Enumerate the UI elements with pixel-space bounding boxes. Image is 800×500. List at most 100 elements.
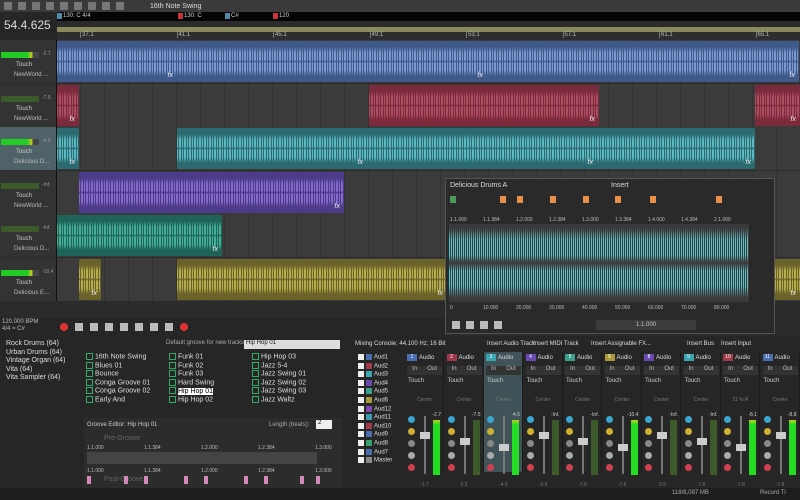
- send-icon[interactable]: [447, 452, 455, 459]
- channel-header[interactable]: 6 Audio: [604, 354, 632, 361]
- track-header[interactable]: -Inf. Touch Delicious D...: [0, 214, 57, 257]
- track-header[interactable]: -4.5 Touch Delicious D...: [0, 127, 57, 170]
- volume-fader[interactable]: [424, 416, 426, 474]
- fader-handle[interactable]: [775, 432, 786, 439]
- automation-mode-button[interactable]: Touch: [16, 280, 32, 286]
- send-icon[interactable]: [487, 452, 494, 459]
- record-arm-icon[interactable]: [566, 464, 573, 471]
- send-icon[interactable]: [408, 452, 415, 459]
- automation-mode-button[interactable]: Touch: [487, 378, 503, 384]
- track-lane[interactable]: fx fx fx: [57, 40, 800, 83]
- audio-clip[interactable]: fx: [177, 128, 367, 169]
- fx-icon[interactable]: fx: [335, 203, 340, 210]
- record-arm-icon[interactable]: [605, 464, 613, 471]
- channel-header[interactable]: 2 Audio: [446, 354, 474, 361]
- go-to-end-button[interactable]: [165, 323, 173, 331]
- pan-value[interactable]: Center: [563, 397, 602, 403]
- groove-item[interactable]: Funk 01: [169, 353, 203, 360]
- record-arm-icon[interactable]: [447, 464, 455, 471]
- stop-button[interactable]: [135, 323, 143, 331]
- record-arm-icon[interactable]: [724, 464, 731, 471]
- insert-icon[interactable]: [684, 428, 692, 435]
- input-button[interactable]: In: [412, 366, 417, 375]
- envelope-tool-icon[interactable]: [102, 2, 110, 10]
- default-groove-dropdown[interactable]: Hip Hop 01: [244, 340, 340, 349]
- input-button[interactable]: In: [610, 366, 615, 375]
- automation-mode-button[interactable]: Touch: [527, 378, 543, 384]
- go-to-start-button[interactable]: [150, 323, 158, 331]
- insert-icon[interactable]: [526, 428, 534, 435]
- groove-note-marker[interactable]: [87, 476, 91, 484]
- fx-icon[interactable]: fx: [746, 159, 751, 166]
- fx-chain-icon[interactable]: [447, 416, 455, 423]
- fx-icon[interactable]: [684, 440, 692, 447]
- automation-mode-button[interactable]: Touch: [408, 378, 424, 384]
- checkbox[interactable]: [358, 397, 364, 403]
- mixer-track-toggle[interactable]: Aud11: [358, 414, 391, 421]
- automation-mode-button[interactable]: Touch: [764, 378, 780, 384]
- track-name[interactable]: Delicious E...: [14, 290, 49, 296]
- record-button[interactable]: [60, 323, 68, 331]
- new-icon[interactable]: [4, 2, 12, 10]
- fx-chain-icon[interactable]: [763, 416, 771, 423]
- send-icon[interactable]: [645, 452, 652, 459]
- input-button[interactable]: In: [491, 366, 496, 375]
- track-header[interactable]: -10.4 Touch Delicious E...: [0, 257, 57, 301]
- cut-icon[interactable]: [74, 2, 82, 10]
- fx-chain-icon[interactable]: [684, 416, 692, 423]
- automation-mode-button[interactable]: Touch: [448, 378, 464, 384]
- groove-item[interactable]: Early And: [86, 396, 125, 403]
- output-button[interactable]: Out: [585, 366, 595, 375]
- clip-marker-flag[interactable]: [615, 196, 621, 203]
- tempo-display[interactable]: 120.000 BPM 4/4 = C#: [2, 319, 58, 333]
- track-header[interactable]: -2.7 Touch NewWorld ...: [0, 40, 57, 83]
- fx-icon[interactable]: fx: [790, 72, 795, 79]
- clip-marker-flag[interactable]: [500, 196, 506, 203]
- stop-button[interactable]: [480, 321, 488, 329]
- output-button[interactable]: Out: [506, 366, 516, 375]
- track-header[interactable]: -7.5 Touch NewWorld ...: [0, 83, 57, 127]
- marker-bar[interactable]: 130: C 4/4 130: C C# 120: [57, 12, 800, 21]
- volume-fader[interactable]: [463, 416, 466, 474]
- checkbox[interactable]: [358, 448, 364, 455]
- fader-handle[interactable]: [578, 438, 588, 445]
- fader-handle[interactable]: [459, 438, 470, 445]
- groove-note-marker[interactable]: [184, 476, 188, 484]
- groove-item[interactable]: Bounce: [86, 370, 119, 378]
- length-input[interactable]: 2: [316, 420, 332, 429]
- groove-item[interactable]: Hip Hop 01: [169, 387, 214, 395]
- checkbox[interactable]: [358, 354, 364, 360]
- track-name[interactable]: Delicious D...: [14, 246, 49, 252]
- channel-header[interactable]: 5 Audio: [565, 354, 592, 361]
- fx-icon[interactable]: fx: [438, 290, 443, 297]
- fx-icon[interactable]: fx: [168, 72, 173, 79]
- groove-note-marker[interactable]: [244, 476, 248, 484]
- audio-clip[interactable]: fx: [57, 128, 79, 169]
- automation-mode-button[interactable]: Touch: [16, 62, 32, 68]
- pan-value[interactable]: Center: [524, 397, 563, 403]
- clip-waveform[interactable]: [449, 224, 749, 302]
- draw-tool-icon[interactable]: [88, 2, 96, 10]
- channel-header[interactable]: 3 Audio: [486, 354, 513, 361]
- instrument-item[interactable]: Vita (64): [0, 366, 80, 375]
- checkbox[interactable]: [358, 362, 364, 369]
- clip-marker-flag[interactable]: [583, 196, 589, 203]
- mixer-track-toggle[interactable]: Master: [358, 457, 392, 464]
- fx-icon[interactable]: [408, 440, 415, 447]
- channel-header[interactable]: 9 Audio: [683, 354, 711, 361]
- pan-value[interactable]: 11 % R: [721, 397, 760, 403]
- fader-handle[interactable]: [696, 438, 707, 445]
- automation-mode-button[interactable]: Touch: [685, 378, 701, 384]
- insert-icon[interactable]: [605, 428, 613, 435]
- insert-button-0[interactable]: Insert Audio Track: [487, 341, 535, 347]
- checkbox[interactable]: [358, 457, 364, 464]
- insert-icon[interactable]: [724, 428, 731, 435]
- fx-icon[interactable]: [526, 440, 534, 447]
- fx-chain-icon[interactable]: [566, 416, 573, 423]
- audio-clip[interactable]: fx: [79, 258, 101, 300]
- pan-value[interactable]: Center: [445, 397, 484, 403]
- snap-icon[interactable]: [116, 2, 124, 10]
- mixer-track-toggle[interactable]: Aud3: [358, 371, 388, 378]
- audio-clip[interactable]: fx: [755, 84, 800, 126]
- output-button[interactable]: Out: [467, 366, 477, 375]
